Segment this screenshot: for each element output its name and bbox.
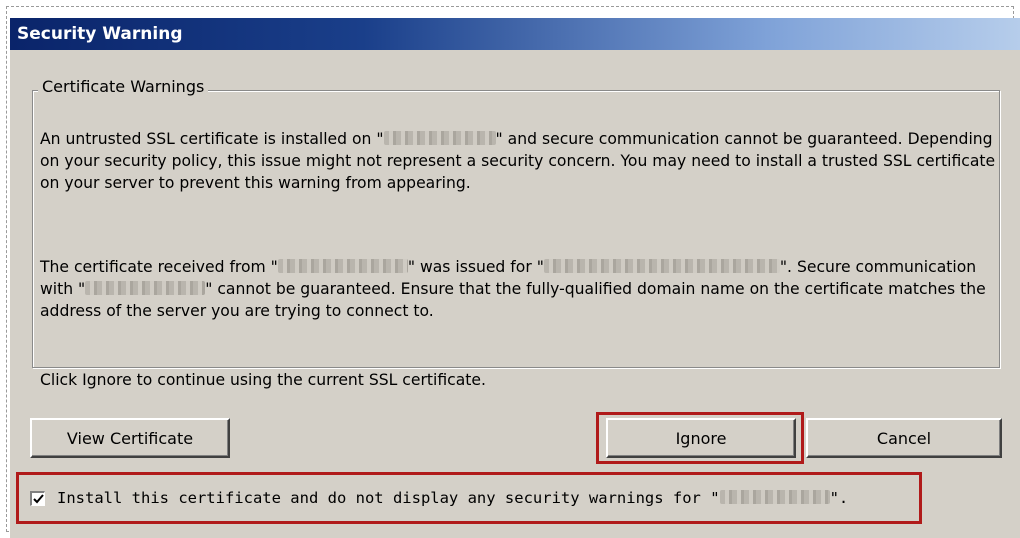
title-bar[interactable]: Security Warning bbox=[10, 18, 1020, 50]
redacted-issued-domain bbox=[543, 259, 780, 273]
install-certificate-checkbox[interactable] bbox=[30, 490, 45, 506]
install-certificate-label: Install this certificate and do not disp… bbox=[57, 489, 849, 507]
install-certificate-option[interactable]: Install this certificate and do not disp… bbox=[30, 482, 848, 514]
security-warning-dialog: Security Warning Certificate Warnings An… bbox=[10, 18, 1020, 538]
certificate-mismatch-message: The certificate received from " " was iss… bbox=[40, 258, 986, 320]
ignore-hint-text: Click Ignore to continue using the curre… bbox=[40, 371, 486, 389]
untrusted-certificate-message: An untrusted SSL certificate is installe… bbox=[40, 130, 996, 192]
checkmark-icon bbox=[33, 493, 44, 503]
ignore-button[interactable]: Ignore bbox=[606, 418, 796, 458]
redacted-server-name bbox=[85, 281, 206, 295]
view-certificate-button[interactable]: View Certificate bbox=[30, 418, 230, 458]
redacted-server-name bbox=[383, 131, 496, 145]
group-title: Certificate Warnings bbox=[38, 77, 209, 96]
redacted-server-name bbox=[277, 259, 408, 273]
redacted-server-name bbox=[719, 490, 830, 504]
dialog-title: Security Warning bbox=[17, 24, 183, 44]
cancel-button[interactable]: Cancel bbox=[806, 418, 1002, 458]
